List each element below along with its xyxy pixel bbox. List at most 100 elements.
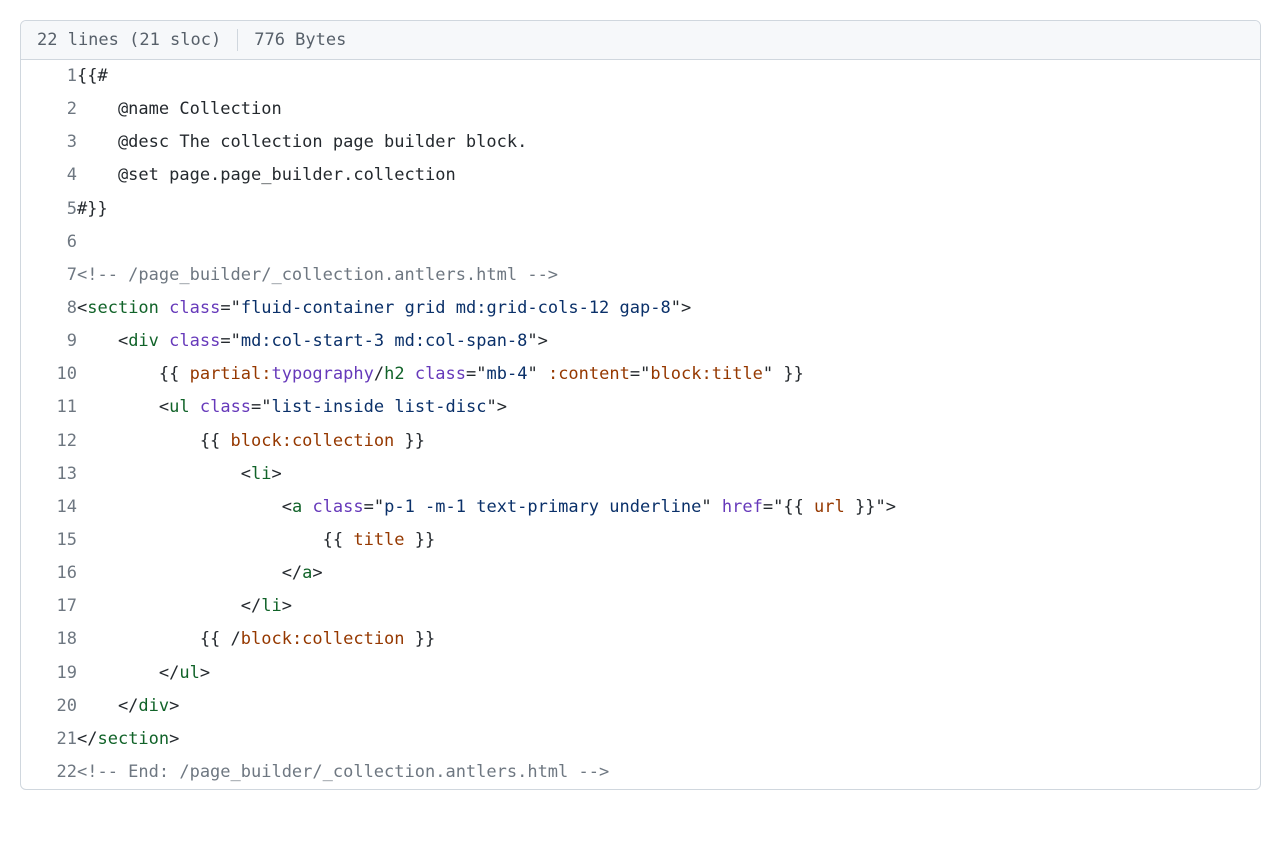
token-na: class [312,497,363,517]
token-na: typography [271,364,373,384]
line-number[interactable]: 2 [21,93,77,126]
code-row: 15 {{ title }} [21,524,1260,557]
code-row: 3 @desc The collection page builder bloc… [21,126,1260,159]
code-line[interactable]: {{ /block:collection }} [77,623,1260,656]
line-number[interactable]: 6 [21,226,77,259]
code-line[interactable]: @name Collection [77,93,1260,126]
token-kw: partial: [190,364,272,384]
line-number[interactable]: 19 [21,657,77,690]
code-line[interactable]: #}} [77,193,1260,226]
token-p: </ [77,596,261,616]
token-p: {{ / [77,629,241,649]
code-row: 1{{# [21,60,1260,93]
code-table: 1{{#2 @name Collection3 @desc The collec… [21,60,1260,789]
token-kw: block:collection [241,629,405,649]
token-p: < [77,331,128,351]
line-number[interactable]: 8 [21,292,77,325]
token-p: "> [875,497,895,517]
token-p: "> [671,298,691,318]
token-p: > [169,696,179,716]
code-line[interactable]: {{ title }} [77,524,1260,557]
token-p [712,497,722,517]
line-number[interactable]: 18 [21,623,77,656]
code-line[interactable]: </ul> [77,657,1260,690]
code-row: 14 <a class="p-1 -m-1 text-primary under… [21,491,1260,524]
token-na: class [169,298,220,318]
token-p: </ [77,696,138,716]
code-line[interactable]: </a> [77,557,1260,590]
token-p: =" [630,364,650,384]
line-number[interactable]: 21 [21,723,77,756]
token-p: > [271,464,281,484]
line-number[interactable]: 11 [21,391,77,424]
token-p: > [200,663,210,683]
file-header: 22 lines (21 sloc) 776 Bytes [21,21,1260,60]
code-line[interactable]: <div class="md:col-start-3 md:col-span-8… [77,325,1260,358]
token-p: {{ [783,497,814,517]
code-row: 2 @name Collection [21,93,1260,126]
token-kw: block:collection [231,431,395,451]
token-p: {{ [77,530,353,550]
token-nt: li [261,596,281,616]
token-p [159,298,169,318]
code-line[interactable]: {{ partial:typography/h2 class="mb-4" :c… [77,358,1260,391]
code-row: 22<!-- End: /page_builder/_collection.an… [21,756,1260,789]
line-number[interactable]: 10 [21,358,77,391]
line-number[interactable]: 3 [21,126,77,159]
code-line[interactable]: {{# [77,60,1260,93]
line-number[interactable]: 17 [21,590,77,623]
token-p: =" [220,331,240,351]
code-line[interactable]: </div> [77,690,1260,723]
token-s: mb-4 [487,364,528,384]
token-p: "> [486,397,506,417]
line-number[interactable]: 4 [21,159,77,192]
code-row: 16 </a> [21,557,1260,590]
line-number[interactable]: 22 [21,756,77,789]
token-p: @name Collection [77,99,282,119]
code-row: 5#}} [21,193,1260,226]
code-line[interactable]: @set page.page_builder.collection [77,159,1260,192]
token-nt: li [251,464,271,484]
code-line[interactable]: <a class="p-1 -m-1 text-primary underlin… [77,491,1260,524]
line-number[interactable]: 1 [21,60,77,93]
token-p: < [77,298,87,318]
line-number[interactable]: 5 [21,193,77,226]
line-number[interactable]: 13 [21,458,77,491]
line-number[interactable]: 7 [21,259,77,292]
token-na: class [415,364,466,384]
code-line[interactable]: <section class="fluid-container grid md:… [77,292,1260,325]
line-number[interactable]: 20 [21,690,77,723]
token-p: #}} [77,199,108,219]
token-p: @desc The collection page builder block. [77,132,527,152]
lines-sloc: 22 lines (21 sloc) [37,30,221,50]
header-separator [237,29,238,51]
token-p [405,364,415,384]
code-line[interactable]: <ul class="list-inside list-disc"> [77,391,1260,424]
token-s: fluid-container grid md:grid-cols-12 gap… [241,298,671,318]
code-line[interactable]: </section> [77,723,1260,756]
line-number[interactable]: 12 [21,425,77,458]
code-row: 6 [21,226,1260,259]
line-number[interactable]: 9 [21,325,77,358]
token-s: p-1 -m-1 text-primary underline [384,497,701,517]
code-line[interactable]: {{ block:collection }} [77,425,1260,458]
token-nt: section [97,729,169,749]
code-line[interactable]: <li> [77,458,1260,491]
token-p: @set page.page_builder.collection [77,165,456,185]
code-row: 4 @set page.page_builder.collection [21,159,1260,192]
token-p: < [77,397,169,417]
token-p: =" [251,397,271,417]
code-line[interactable]: <!-- End: /page_builder/_collection.antl… [77,756,1260,789]
code-line[interactable]: @desc The collection page builder block. [77,126,1260,159]
code-line[interactable]: <!-- /page_builder/_collection.antlers.h… [77,259,1260,292]
line-number[interactable]: 14 [21,491,77,524]
line-number[interactable]: 16 [21,557,77,590]
token-p: " [527,364,537,384]
code-row: 19 </ul> [21,657,1260,690]
code-line[interactable] [77,226,1260,259]
line-number[interactable]: 15 [21,524,77,557]
code-line[interactable]: </li> [77,590,1260,623]
token-na: class [169,331,220,351]
token-nt: a [292,497,302,517]
token-p: }} [405,530,436,550]
